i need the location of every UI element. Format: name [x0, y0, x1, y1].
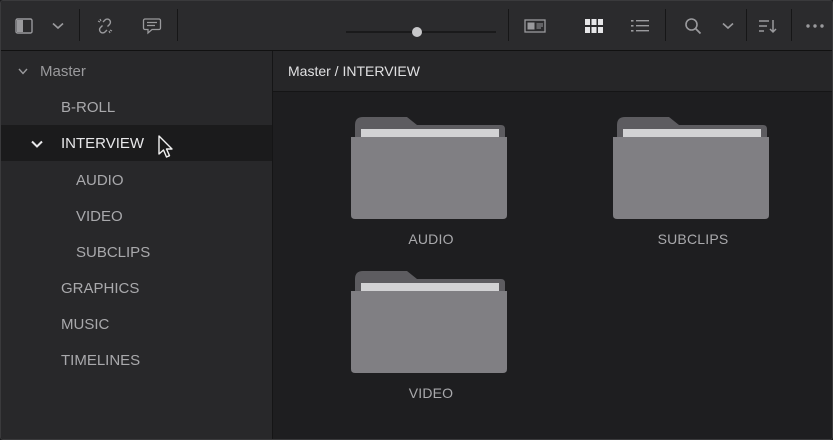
toolbar-divider	[665, 9, 666, 41]
metadata-icon[interactable]	[139, 1, 165, 50]
folder-subclips[interactable]: SUBCLIPS	[613, 115, 773, 255]
toolbar-divider	[508, 9, 509, 41]
thumbnail-view-icon[interactable]	[519, 1, 551, 50]
folder-audio[interactable]: AUDIO	[351, 115, 511, 255]
unlink-icon[interactable]	[91, 1, 119, 50]
sidebar-item-subclips[interactable]: SUBCLIPS	[1, 234, 272, 270]
breadcrumb-text: Master / INTERVIEW	[288, 63, 420, 79]
folder-label: AUDIO	[408, 231, 454, 247]
sidebar-item-label: INTERVIEW	[61, 134, 145, 152]
sidebar-item-video[interactable]: VIDEO	[1, 198, 272, 234]
folder-video[interactable]: VIDEO	[351, 269, 511, 409]
sidebar-item-label: AUDIO	[76, 171, 124, 189]
more-icon[interactable]	[801, 1, 829, 50]
list-view-icon[interactable]	[627, 1, 653, 50]
grid-view-icon[interactable]	[581, 1, 607, 50]
folder-label: SUBCLIPS	[657, 231, 729, 247]
master-bin-label: Master	[40, 62, 86, 80]
sort-icon[interactable]	[755, 1, 781, 50]
folder-icon	[613, 117, 769, 219]
sidebar-item-label: GRAPHICS	[61, 279, 140, 297]
bin-list-sidebar: Master B-ROLL INTERVIEW AUDIO VIDEO SUBC…	[1, 51, 273, 439]
chevron-down-icon[interactable]	[31, 136, 43, 151]
sidebar-item-label: VIDEO	[76, 207, 123, 225]
sidebar-item-graphics[interactable]: GRAPHICS	[1, 270, 272, 306]
toolbar-divider	[746, 9, 747, 41]
toolbar-divider	[177, 9, 178, 41]
toolbar-divider	[791, 9, 792, 41]
bin-contents: Master / INTERVIEW AUDIO SUBCLIPS VIDEO	[273, 51, 832, 439]
sidebar-item-label: SUBCLIPS	[76, 243, 151, 261]
folder-icon	[351, 271, 507, 373]
sidebar-item-label: TIMELINES	[61, 351, 141, 369]
sidebar-item-music[interactable]: MUSIC	[1, 306, 272, 342]
sidebar-item-audio[interactable]: AUDIO	[1, 162, 272, 198]
chevron-down-icon[interactable]	[47, 1, 69, 50]
chevron-down-icon[interactable]	[717, 1, 739, 50]
toolbar-divider	[79, 9, 80, 41]
toolbar	[1, 1, 832, 51]
sidebar-item-label: B-ROLL	[61, 98, 116, 116]
sidebar-item-interview[interactable]: INTERVIEW	[1, 125, 272, 161]
sidebar-item-label: MUSIC	[61, 315, 110, 333]
sidebar-item-timelines[interactable]: TIMELINES	[1, 342, 272, 378]
folder-label: VIDEO	[408, 385, 454, 401]
media-pool-window: Master B-ROLL INTERVIEW AUDIO VIDEO SUBC…	[0, 0, 833, 440]
zoom-slider-knob[interactable]	[411, 27, 422, 37]
master-bin[interactable]: Master	[1, 51, 272, 91]
search-icon[interactable]	[681, 1, 705, 50]
sidebar-toggle-icon[interactable]	[11, 1, 37, 50]
sidebar-item-b-roll[interactable]: B-ROLL	[1, 89, 272, 125]
mouse-cursor-icon	[158, 135, 176, 164]
chevron-down-icon[interactable]	[18, 64, 28, 78]
folder-icon	[351, 117, 507, 219]
breadcrumb: Master / INTERVIEW	[273, 51, 832, 92]
